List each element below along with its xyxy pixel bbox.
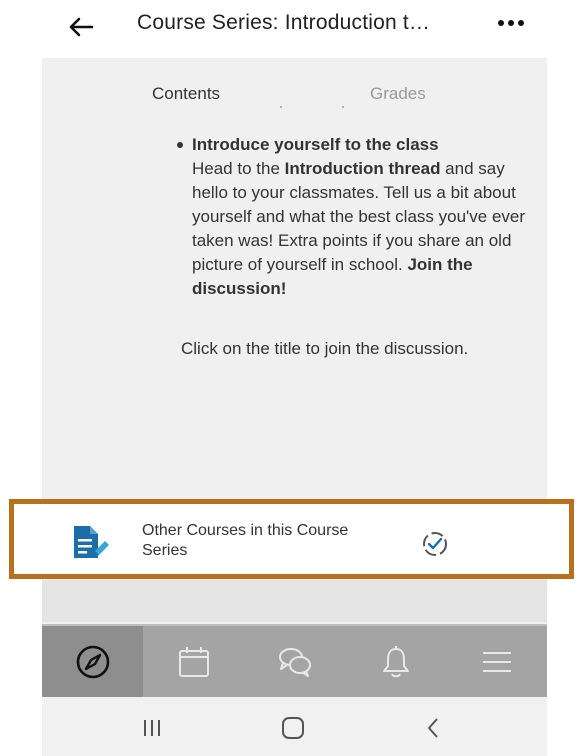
bullet-title: Introduce yourself to the class [192, 135, 439, 154]
tab-grades[interactable]: Grades [370, 84, 426, 104]
more-horizontal-icon[interactable] [494, 13, 528, 33]
nav-calendar[interactable] [143, 626, 244, 697]
tab-indicator-dot [342, 106, 344, 108]
tab-contents[interactable]: Contents [152, 84, 220, 104]
other-courses-item[interactable]: Other Courses in this Course Series [9, 499, 574, 579]
content-spacer [42, 580, 547, 622]
tab-indicator-dot [280, 106, 282, 108]
nav-menu[interactable] [446, 626, 547, 697]
progress-check-icon[interactable] [420, 529, 450, 559]
nav-notifications[interactable] [345, 626, 446, 697]
introduction-thread-link: Introduction thread [284, 159, 441, 178]
menu-icon [482, 651, 511, 672]
app-screen: Course Series: Introduction t… Contents … [42, 0, 547, 756]
item-label: Other Courses in this Course Series [142, 522, 349, 559]
recent-apps-icon[interactable] [137, 713, 167, 743]
top-app-bar: Course Series: Introduction t… [42, 0, 547, 58]
page-title: Course Series: Introduction t… [137, 11, 431, 34]
bullet-marker [177, 142, 183, 148]
arrow-left-icon[interactable] [66, 12, 96, 42]
body-text: Head to the [192, 159, 285, 178]
home-icon[interactable] [278, 713, 308, 743]
announcement-bullet: Introduce yourself to the class Head to … [177, 133, 532, 301]
nav-messages[interactable] [244, 626, 345, 697]
bell-icon [382, 645, 409, 677]
system-navigation-bar [42, 697, 547, 756]
bullet-body: Head to the Introduction thread and say … [192, 157, 532, 301]
document-edit-icon [74, 526, 109, 558]
calendar-icon [178, 646, 209, 677]
nav-discover[interactable] [42, 626, 143, 697]
compass-icon [76, 645, 109, 678]
back-chevron-icon[interactable] [419, 713, 449, 743]
instruction-text: Click on the title to join the discussio… [181, 339, 469, 358]
bottom-navigation [42, 624, 547, 697]
chat-bubbles-icon [278, 647, 311, 677]
